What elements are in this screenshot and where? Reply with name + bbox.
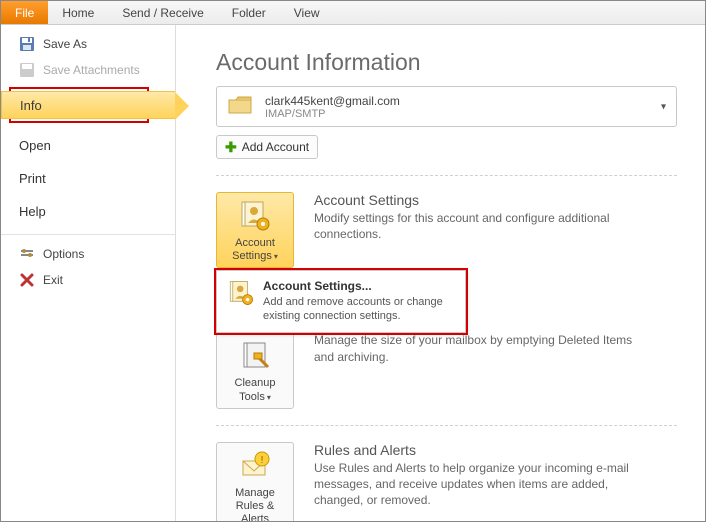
sidebar-options[interactable]: Options xyxy=(1,241,175,267)
account-settings-menu-item[interactable]: Account Settings... Add and remove accou… xyxy=(216,270,466,333)
sidebar-item-label: Save Attachments xyxy=(43,63,140,77)
separator xyxy=(216,425,677,426)
account-type: IMAP/SMTP xyxy=(265,108,400,120)
svg-text:!: ! xyxy=(261,455,264,466)
menu-item-title: Account Settings... xyxy=(263,279,455,293)
section-desc: Manage the size of your mailbox by empty… xyxy=(314,332,644,364)
account-email: clark445kent@gmail.com xyxy=(265,94,400,108)
sidebar-help[interactable]: Help xyxy=(1,195,175,228)
file-tab[interactable]: File xyxy=(1,1,48,24)
button-label: Manage Rules & Alerts xyxy=(235,487,275,521)
sidebar-save-attachments: Save Attachments xyxy=(1,57,175,83)
save-attachments-icon xyxy=(19,62,35,78)
chevron-down-icon: ▾ xyxy=(274,252,278,262)
plus-icon: ✚ xyxy=(225,141,237,153)
section-rules: ! Manage Rules & Alerts Rules and Alerts… xyxy=(216,442,677,521)
sidebar-open[interactable]: Open xyxy=(1,129,175,162)
account-settings-button[interactable]: Account Settings▾ xyxy=(216,192,294,268)
options-icon xyxy=(19,246,35,262)
button-label: Account Settings xyxy=(232,237,275,262)
sidebar-item-label: Options xyxy=(43,247,84,261)
manage-rules-button[interactable]: ! Manage Rules & Alerts xyxy=(216,442,294,521)
section-cleanup: Cleanup Tools▾ Manage the size of your m… xyxy=(216,332,677,408)
section-account-settings: Account Settings▾ Account Settings Modif… xyxy=(216,192,677,268)
cleanup-tools-button[interactable]: Cleanup Tools▾ xyxy=(216,332,294,408)
account-selector[interactable]: clark445kent@gmail.com IMAP/SMTP ▾ xyxy=(216,86,677,127)
separator xyxy=(216,175,677,176)
button-label: Add Account xyxy=(242,140,309,154)
rules-icon: ! xyxy=(238,449,272,483)
backstage-main: Account Information clark445kent@gmail.c… xyxy=(176,25,705,521)
add-account-button[interactable]: ✚ Add Account xyxy=(216,135,318,159)
menu-item-desc: Add and remove accounts or change existi… xyxy=(263,295,455,324)
account-settings-icon xyxy=(238,199,272,233)
folder-icon xyxy=(227,93,255,120)
section-title: Rules and Alerts xyxy=(314,442,644,458)
chevron-down-icon: ▾ xyxy=(267,393,271,403)
tab-home[interactable]: Home xyxy=(48,1,108,24)
sidebar-item-label: Exit xyxy=(43,273,63,287)
section-desc: Modify settings for this account and con… xyxy=(314,210,644,242)
page-title: Account Information xyxy=(216,49,677,76)
sidebar-item-label: Info xyxy=(20,98,42,113)
sidebar-save-as[interactable]: Save As xyxy=(1,31,175,57)
exit-icon xyxy=(19,272,35,288)
cleanup-icon xyxy=(238,339,272,373)
sidebar-item-label: Save As xyxy=(43,37,87,51)
sidebar-exit[interactable]: Exit xyxy=(1,267,175,293)
tab-send-receive[interactable]: Send / Receive xyxy=(108,1,217,24)
caret-down-icon: ▾ xyxy=(661,101,666,112)
account-settings-small-icon xyxy=(227,279,255,324)
ribbon-bar: File Home Send / Receive Folder View xyxy=(1,1,705,25)
section-title: Account Settings xyxy=(314,192,644,208)
save-icon xyxy=(19,36,35,52)
tab-view[interactable]: View xyxy=(280,1,334,24)
sidebar-print[interactable]: Print xyxy=(1,162,175,195)
tab-folder[interactable]: Folder xyxy=(218,1,280,24)
section-desc: Use Rules and Alerts to help organize yo… xyxy=(314,460,644,509)
backstage-sidebar: Save As Save Attachments Info Open Print… xyxy=(1,25,176,521)
sidebar-info[interactable]: Info xyxy=(1,91,175,119)
